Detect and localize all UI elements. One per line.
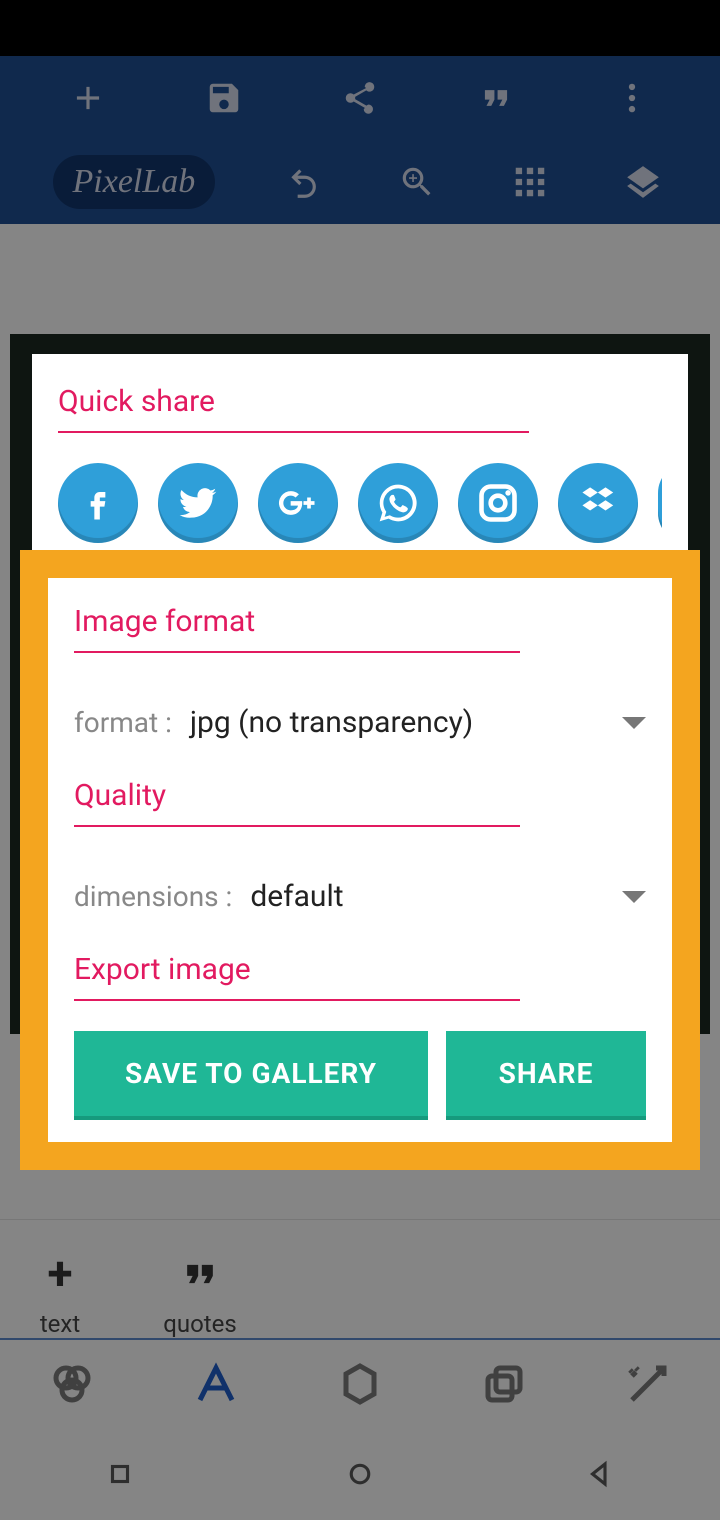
format-dropdown[interactable]: format : jpg (no transparency): [74, 683, 646, 778]
quickshare-panel: Quick share: [32, 354, 688, 583]
format-value: jpg (no transparency): [190, 705, 622, 740]
chevron-down-icon: [622, 891, 646, 903]
dropbox-icon[interactable]: [558, 463, 638, 543]
dimensions-label: dimensions :: [74, 880, 232, 913]
quickshare-title: Quick share: [58, 384, 529, 433]
format-label: format :: [74, 706, 172, 739]
share-button[interactable]: SHARE: [446, 1031, 646, 1116]
export-section-title: Export image: [74, 952, 520, 1001]
export-dialog: Image format format : jpg (no transparen…: [20, 550, 700, 1170]
save-to-gallery-button[interactable]: SAVE TO GALLERY: [74, 1031, 428, 1116]
more-share-icon[interactable]: [658, 463, 662, 543]
chevron-down-icon: [622, 717, 646, 729]
dimensions-dropdown[interactable]: dimensions : default: [74, 857, 646, 952]
dimensions-value: default: [250, 879, 622, 914]
twitter-icon[interactable]: [158, 463, 238, 543]
format-section-title: Image format: [74, 604, 520, 653]
facebook-icon[interactable]: [58, 463, 138, 543]
google-plus-icon[interactable]: [258, 463, 338, 543]
quality-section-title: Quality: [74, 778, 520, 827]
instagram-icon[interactable]: [458, 463, 538, 543]
whatsapp-icon[interactable]: [358, 463, 438, 543]
